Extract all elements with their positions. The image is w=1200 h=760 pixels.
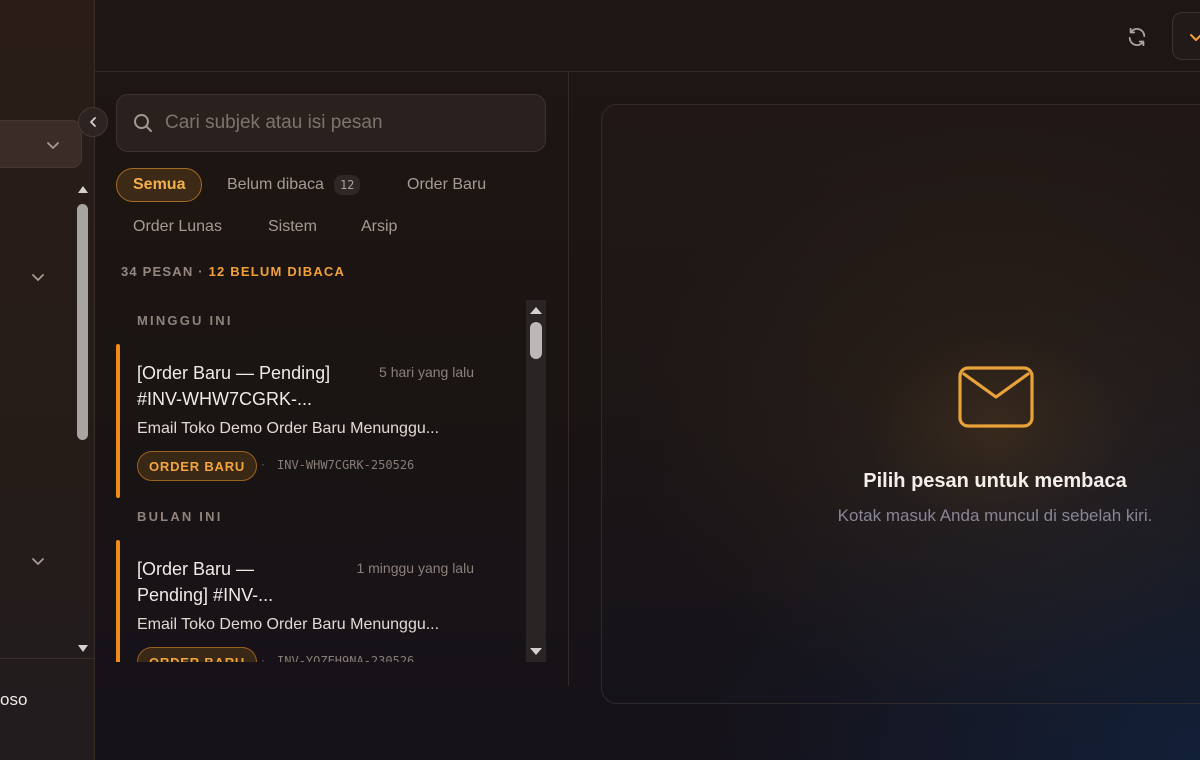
- category-badge: ORDER BARU: [137, 451, 258, 481]
- envelope-glow: [860, 330, 1130, 530]
- filter-label: Order Lunas: [133, 218, 222, 235]
- unread-count: 12 BELUM DIBACA: [208, 264, 346, 279]
- account-menu-button[interactable]: [1172, 12, 1200, 60]
- filter-label: Arsip: [361, 218, 398, 235]
- separator: ·: [261, 457, 265, 471]
- invoice-number: INV-YOZEH9NA-230526: [277, 654, 415, 662]
- message-time: 1 minggu yang lalu: [356, 560, 474, 576]
- message-preview: Email Toko Demo Order Baru Menunggu...: [137, 616, 440, 633]
- scroll-down-arrow[interactable]: [530, 648, 542, 655]
- unread-indicator: [116, 540, 120, 662]
- scroll-down-arrow[interactable]: [78, 645, 88, 652]
- unread-count-badge: 12: [333, 175, 361, 195]
- message-summary: 34 PESAN · 12 BELUM DIBACA: [121, 264, 345, 279]
- group-label: MINGGU INI: [137, 313, 233, 328]
- top-bar: [95, 0, 1200, 72]
- filter-order-baru[interactable]: Order Baru: [391, 168, 502, 202]
- filter-sistem[interactable]: Sistem: [252, 210, 333, 244]
- filter-label: Semua: [133, 176, 186, 193]
- empty-state-subtitle: Kotak masuk Anda muncul di sebelah kiri.: [837, 506, 1153, 525]
- filter-label: Sistem: [268, 218, 317, 235]
- filter-semua[interactable]: Semua: [116, 168, 203, 202]
- separator: ·: [261, 653, 265, 662]
- message-list-panel: Semua Belum dibaca 12 Order Baru Order L…: [95, 72, 569, 686]
- search-box[interactable]: [116, 94, 546, 152]
- sidebar-scrollbar[interactable]: [75, 180, 91, 658]
- message-preview: Email Toko Demo Order Baru Menunggu...: [137, 420, 440, 437]
- filter-arsip[interactable]: Arsip: [345, 210, 413, 244]
- chevron-down-icon[interactable]: [31, 270, 45, 284]
- message-list[interactable]: MINGGU INI [Order Baru — Pending] #INV-W…: [116, 300, 547, 662]
- filter-order-lunas[interactable]: Order Lunas: [117, 210, 238, 244]
- message-item[interactable]: [Order Baru — Pending] #INV-... 1 minggu…: [116, 540, 526, 662]
- scrollbar-thumb[interactable]: [530, 322, 542, 359]
- chevron-down-icon[interactable]: [31, 554, 45, 568]
- category-badge: ORDER BARU: [137, 647, 258, 662]
- user-name[interactable]: oso: [0, 690, 27, 710]
- message-item[interactable]: [Order Baru — Pending] #INV-WHW7CGRK-...…: [116, 344, 526, 498]
- message-time: 5 hari yang lalu: [379, 364, 474, 380]
- workspace-select[interactable]: [0, 120, 82, 168]
- scroll-up-arrow[interactable]: [78, 186, 88, 193]
- scroll-up-arrow[interactable]: [530, 307, 542, 314]
- filter-label: Order Baru: [407, 176, 487, 193]
- total-count: 34 PESAN: [121, 264, 194, 279]
- message-list-scrollbar[interactable]: [526, 300, 546, 662]
- refresh-button[interactable]: [1122, 22, 1152, 52]
- chevron-down-icon: [47, 142, 59, 149]
- separator: ·: [198, 264, 204, 279]
- message-subject: [Order Baru — Pending] #INV-...: [137, 559, 274, 605]
- refresh-icon: [1128, 27, 1146, 47]
- envelope-icon: [958, 366, 1034, 428]
- divider: [0, 658, 95, 659]
- filter-belum-dibaca[interactable]: Belum dibaca 12: [211, 168, 376, 202]
- search-input[interactable]: [165, 112, 525, 134]
- scrollbar-thumb[interactable]: [77, 204, 88, 440]
- invoice-number: INV-WHW7CGRK-250526: [277, 458, 415, 472]
- group-label: BULAN INI: [137, 509, 223, 524]
- message-subject: [Order Baru — Pending] #INV-WHW7CGRK-...: [137, 363, 331, 409]
- unread-indicator: [116, 344, 120, 498]
- empty-state-title: Pilih pesan untuk membaca: [863, 470, 1127, 492]
- chevron-down-icon: [1190, 34, 1200, 41]
- search-icon: [133, 113, 153, 133]
- filter-label: Belum dibaca: [227, 176, 324, 193]
